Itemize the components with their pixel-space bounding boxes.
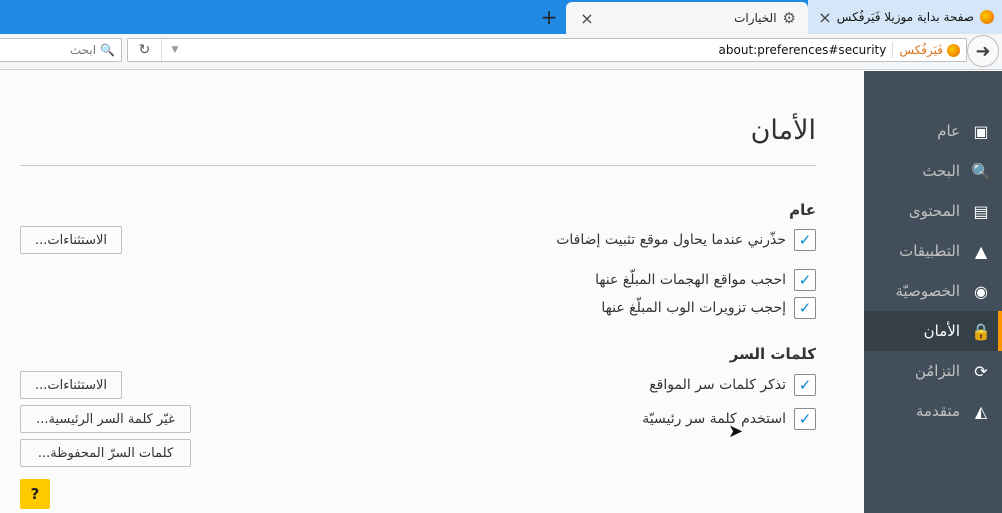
tab-preferences-close-button[interactable]: × (578, 9, 596, 28)
sidebar-item-label: الخصوصيّة (895, 282, 960, 300)
warn-addons-label[interactable]: حذّرني عندما يحاول موقع تثبيت إضافات (556, 232, 786, 248)
remember-passwords-label[interactable]: تذكر كلمات سر المواقع (649, 377, 786, 393)
tab-start-page-label: صفحة بداية موزيلا فَيَرفُكس (836, 10, 974, 24)
sidebar-item-label: الأمان (923, 322, 960, 340)
sidebar-item-general[interactable]: ▣ عام (864, 111, 1002, 151)
mouse-cursor-icon: ➤ (728, 421, 744, 442)
sidebar-item-applications[interactable]: ▲ التطبيقات (864, 231, 1002, 271)
passwords-exceptions-button[interactable]: الاستثناءات... (20, 371, 122, 399)
firefox-icon (947, 43, 960, 57)
warn-addons-row[interactable]: ✓ حذّرني عندما يحاول موقع تثبيت إضافات (556, 228, 816, 252)
identity-box[interactable]: فَيَرفُكس (892, 42, 966, 58)
tab-strip: + ⚙ الخيارات × صفحة بداية موزيلا فَيَرفُ… (0, 0, 1002, 34)
url-text[interactable]: about:preferences#security (188, 43, 892, 57)
page-title: الأمان (750, 115, 816, 146)
reload-button[interactable]: ↻ (128, 39, 162, 61)
tab-preferences-label: الخيارات (734, 11, 777, 25)
block-forgeries-label[interactable]: إحجب تزويرات الوب المبلّغ عنها (601, 300, 786, 316)
tab-preferences[interactable]: ⚙ الخيارات × (566, 2, 808, 34)
sidebar-item-content[interactable]: ▤ المحتوى (864, 191, 1002, 231)
sidebar-item-privacy[interactable]: ◉ الخصوصيّة (864, 271, 1002, 311)
block-forgeries-checkbox[interactable]: ✓ (794, 297, 816, 319)
title-divider (20, 165, 816, 166)
sidebar-item-label: المحتوى (908, 202, 960, 220)
sidebar-item-label: التطبيقات (899, 242, 960, 260)
content-icon: ▤ (973, 201, 989, 221)
general-icon: ▣ (973, 121, 989, 141)
applications-icon: ▲ (974, 241, 988, 261)
block-attack-sites-label[interactable]: احجب مواقع الهجمات المبلّغ عنها (595, 272, 786, 288)
tab-start-page[interactable]: صفحة بداية موزيلا فَيَرفُكس × (808, 0, 1002, 34)
remember-passwords-checkbox[interactable]: ✓ (794, 374, 816, 396)
new-tab-button[interactable]: + (538, 5, 560, 29)
block-attack-sites-checkbox[interactable]: ✓ (794, 269, 816, 291)
security-pane: الأمان عام ✓ حذّرني عندما يحاول موقع تثب… (0, 71, 864, 513)
url-history-dropdown[interactable]: ▼ (162, 39, 188, 61)
addons-exceptions-button[interactable]: الاستثناءات... (20, 226, 122, 254)
search-bar[interactable]: 🔍 (0, 38, 122, 62)
navigation-toolbar: 🔍 ↻ ▼ about:preferences#security فَيَرفُ… (0, 34, 1002, 70)
preferences-sidebar: ▣ عام 🔍 البحث ▤ المحتوى ▲ التطبيقات ◉ ال… (864, 71, 1002, 513)
search-icon: 🔍 (100, 43, 115, 57)
block-forgeries-row[interactable]: ✓ إحجب تزويرات الوب المبلّغ عنها (601, 296, 816, 320)
security-lock-icon: 🔒 (971, 321, 991, 341)
saved-passwords-button[interactable]: كلمات السرّ المحفوظة... (20, 439, 191, 467)
search-input[interactable] (3, 43, 97, 57)
sidebar-item-label: متقدمة (915, 402, 960, 420)
sidebar-item-sync[interactable]: ⟳ التزامُن (864, 351, 1002, 391)
change-master-password-button[interactable]: غيّر كلمة السر الرئيسية... (20, 405, 191, 433)
sidebar-item-advanced[interactable]: ◭ متقدمة (864, 391, 1002, 431)
sidebar-item-label: البحث (922, 162, 960, 180)
privacy-mask-icon: ◉ (974, 281, 988, 301)
tab-start-page-close-button[interactable]: × (816, 8, 834, 27)
sidebar-item-label: عام (937, 122, 960, 140)
back-button[interactable]: ➜ (967, 35, 999, 67)
use-master-password-label[interactable]: استخدم كلمة سر رئيسيّة (642, 411, 786, 427)
remember-passwords-row[interactable]: ✓ تذكر كلمات سر المواقع (649, 373, 816, 397)
search-icon: 🔍 (971, 161, 991, 181)
gear-icon: ⚙ (782, 9, 796, 27)
block-attack-sites-row[interactable]: ✓ احجب مواقع الهجمات المبلّغ عنها (595, 268, 816, 292)
use-master-password-checkbox[interactable]: ✓ (794, 408, 816, 430)
sidebar-item-label: التزامُن (914, 362, 960, 380)
passwords-group-heading: كلمات السر (729, 345, 816, 363)
advanced-wizard-icon: ◭ (974, 401, 988, 421)
url-bar[interactable]: ↻ ▼ about:preferences#security فَيَرفُكس (127, 38, 967, 62)
sidebar-item-search[interactable]: 🔍 البحث (864, 151, 1002, 191)
firefox-icon (980, 10, 994, 24)
identity-label: فَيَرفُكس (899, 43, 943, 57)
sync-icon: ⟳ (974, 361, 988, 381)
general-group-heading: عام (789, 201, 816, 219)
sidebar-item-security[interactable]: 🔒 الأمان (864, 311, 1002, 351)
help-button[interactable]: ? (20, 479, 50, 509)
warn-addons-checkbox[interactable]: ✓ (794, 229, 816, 251)
